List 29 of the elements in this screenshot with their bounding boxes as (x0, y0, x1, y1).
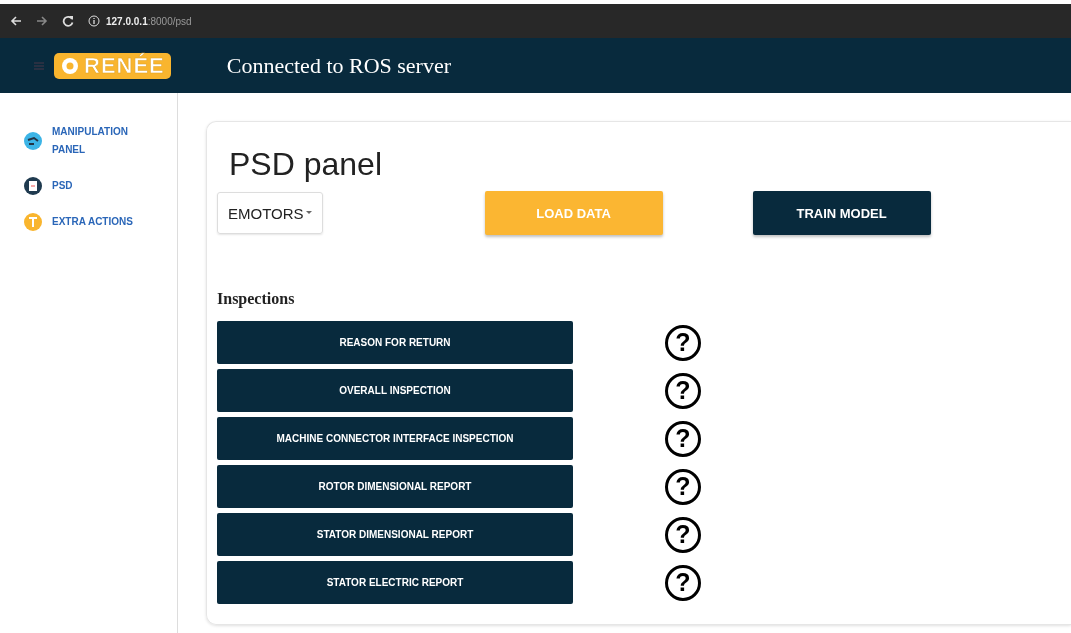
sidebar-link[interactable]: PSD (52, 177, 73, 195)
status-mark: ? (665, 372, 701, 409)
train-model-button[interactable]: TRAIN MODEL (752, 191, 931, 235)
status-mark: ? (665, 564, 701, 601)
inspection-button[interactable]: STATOR DIMENSIONAL REPORT (217, 513, 573, 556)
forward-icon[interactable] (36, 15, 48, 27)
caret-icon (305, 211, 312, 215)
sidebar-link[interactable]: EXTRA ACTIONS (52, 213, 133, 231)
t-letter-icon (24, 213, 42, 231)
sidebar-link[interactable]: MANIPULATION PANEL (52, 123, 136, 159)
inspection-button[interactable]: REASON FOR RETURN (217, 321, 573, 364)
dropdown[interactable]: EMOTORS (217, 192, 323, 234)
document-icon (24, 177, 42, 195)
section-heading: Inspections (217, 290, 296, 308)
header-title: Connected to ROS server (226, 52, 452, 79)
reload-icon[interactable] (62, 15, 74, 27)
logo: RENÉE (54, 52, 171, 79)
panel-title: PSD panel (229, 146, 383, 183)
status-mark: ? (665, 420, 701, 457)
inspection-button[interactable]: STATOR ELECTRIC REPORT (217, 561, 573, 604)
info-icon[interactable] (88, 15, 100, 27)
status-mark: ? (665, 468, 701, 505)
inspection-button[interactable]: MACHINE CONNECTOR INTERFACE INSPECTION (217, 417, 573, 460)
status-mark: ? (665, 324, 701, 361)
back-icon[interactable] (10, 15, 22, 27)
inspection-button[interactable]: ROTOR DIMENSIONAL REPORT (217, 465, 573, 508)
status-mark: ? (665, 516, 701, 553)
address-field[interactable]: 127.0.0.1:8000/psd (106, 15, 192, 27)
inspection-button[interactable]: OVERALL INSPECTION (217, 369, 573, 412)
